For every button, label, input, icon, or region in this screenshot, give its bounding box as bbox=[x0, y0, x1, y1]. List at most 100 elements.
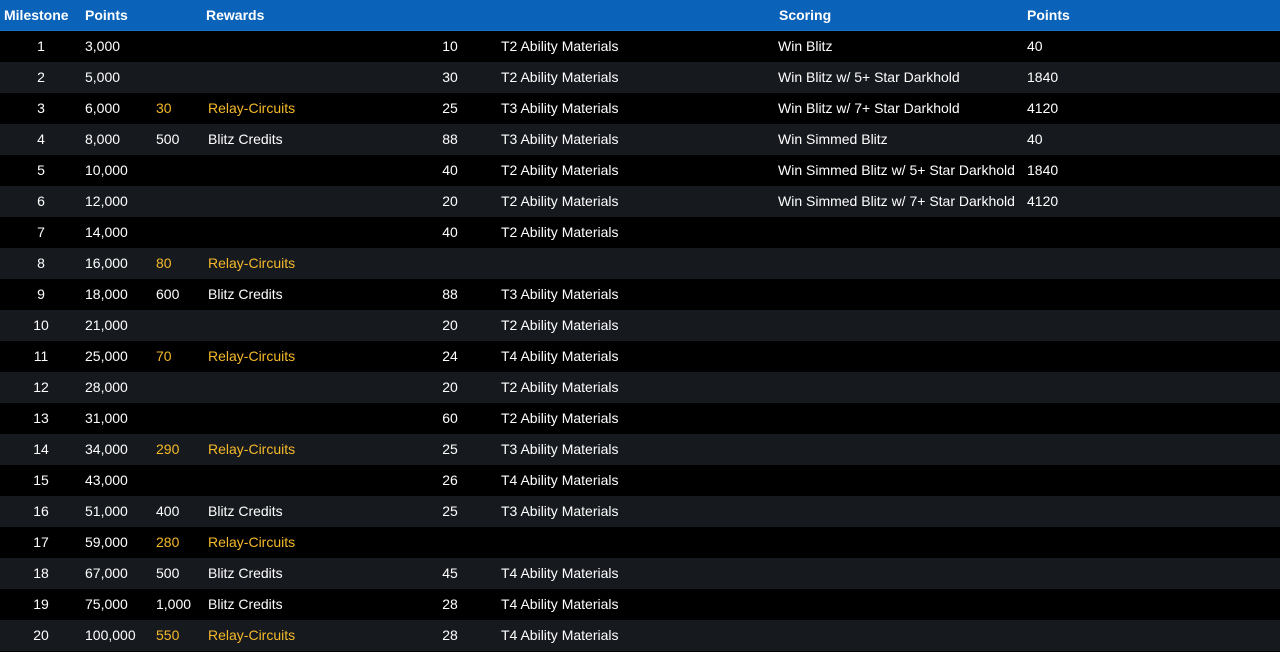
reward2-name: T2 Ability Materials bbox=[501, 317, 619, 333]
milestone-points: 16,000 bbox=[85, 255, 128, 271]
reward1-name: Blitz Credits bbox=[208, 131, 283, 147]
milestone-number: 18 bbox=[33, 565, 49, 581]
reward2-name: T4 Ability Materials bbox=[501, 627, 619, 643]
table-row: 8 16,000 80 Relay-Circuits bbox=[0, 248, 1280, 279]
reward2-name: T3 Ability Materials bbox=[501, 100, 619, 116]
reward2-name: T2 Ability Materials bbox=[501, 193, 619, 209]
table-row: 12 28,000 20 T2 Ability Materials bbox=[0, 372, 1280, 403]
reward2-quantity bbox=[420, 248, 480, 279]
table-row: 18 67,000 500 Blitz Credits 45 T4 Ability Mat… bbox=[0, 558, 1280, 589]
milestone-points: 43,000 bbox=[85, 472, 128, 488]
milestone-points: 14,000 bbox=[85, 224, 128, 240]
milestone-number: 13 bbox=[33, 410, 49, 426]
milestone-points: 31,000 bbox=[85, 410, 128, 426]
header-milestone: Milestone bbox=[4, 7, 69, 23]
milestone-number: 2 bbox=[37, 69, 45, 85]
reward2-quantity: 25 bbox=[442, 503, 458, 519]
table-row: 15 43,000 26 T4 Ability Materials bbox=[0, 465, 1280, 496]
reward2-name: T2 Ability Materials bbox=[501, 162, 619, 178]
milestone-points: 34,000 bbox=[85, 441, 128, 457]
table-row: 3 6,000 30 Relay-Circuits 25 T3 Ability Mater… bbox=[0, 93, 1280, 124]
scoring-points: 4120 bbox=[1027, 100, 1059, 116]
milestone-number: 14 bbox=[33, 441, 49, 457]
milestone-number: 12 bbox=[33, 379, 49, 395]
reward2-name: T4 Ability Materials bbox=[501, 596, 619, 612]
reward2-quantity: 28 bbox=[442, 627, 458, 643]
milestone-number: 6 bbox=[37, 193, 45, 209]
milestone-number: 9 bbox=[37, 286, 45, 302]
header-scoring-points: Points bbox=[1027, 7, 1070, 23]
milestone-number: 15 bbox=[33, 472, 49, 488]
table-row: 19 75,000 1,000 Blitz Credits 28 T4 Ability M… bbox=[0, 589, 1280, 620]
table-row: 5 10,000 40 T2 Ability Materials Win Simmed … bbox=[0, 155, 1280, 186]
milestone-number: 17 bbox=[33, 534, 49, 550]
reward2-name: T2 Ability Materials bbox=[501, 69, 619, 85]
reward2-quantity: 30 bbox=[442, 69, 458, 85]
milestone-number: 20 bbox=[33, 627, 49, 643]
reward2-name: T4 Ability Materials bbox=[501, 565, 619, 581]
reward2-name: T3 Ability Materials bbox=[501, 286, 619, 302]
scoring-points: 40 bbox=[1027, 38, 1043, 54]
header-rewards: Rewards bbox=[206, 7, 265, 23]
reward2-name: T3 Ability Materials bbox=[501, 441, 619, 457]
milestone-points: 28,000 bbox=[85, 379, 128, 395]
scoring-label: Win Blitz w/ 7+ Star Darkhold bbox=[778, 100, 960, 116]
scoring-points: 1840 bbox=[1027, 69, 1059, 85]
milestone-points: 3,000 bbox=[85, 38, 121, 54]
milestone-points: 75,000 bbox=[85, 596, 128, 612]
milestone-points: 67,000 bbox=[85, 565, 128, 581]
reward1-quantity: 600 bbox=[156, 286, 180, 302]
reward1-quantity: 500 bbox=[156, 565, 180, 581]
scoring-points: 4120 bbox=[1027, 193, 1059, 209]
reward1-quantity: 280 bbox=[156, 534, 180, 550]
reward2-quantity: 88 bbox=[442, 286, 458, 302]
reward1-quantity: 400 bbox=[156, 503, 180, 519]
table-row: 17 59,000 280 Relay-Circuits bbox=[0, 527, 1280, 558]
reward1-name: Blitz Credits bbox=[208, 565, 283, 581]
milestone-number: 16 bbox=[33, 503, 49, 519]
reward2-quantity: 28 bbox=[442, 596, 458, 612]
reward1-quantity: 30 bbox=[156, 100, 172, 116]
reward1-name: Relay-Circuits bbox=[208, 255, 296, 271]
reward1-quantity: 550 bbox=[156, 627, 180, 643]
reward1-quantity: 70 bbox=[156, 348, 172, 364]
milestone-number: 10 bbox=[33, 317, 49, 333]
reward2-name: T3 Ability Materials bbox=[501, 131, 619, 147]
reward1-name: Relay-Circuits bbox=[208, 534, 296, 550]
scoring-label: Win Blitz w/ 5+ Star Darkhold bbox=[778, 69, 960, 85]
reward1-quantity: 290 bbox=[156, 441, 180, 457]
milestone-number: 7 bbox=[37, 224, 45, 240]
table-row: 14 34,000 290 Relay-Circuits 25 T3 Ability Ma… bbox=[0, 434, 1280, 465]
reward2-name: T2 Ability Materials bbox=[501, 38, 619, 54]
table-header: Milestone Points Rewards Scoring Points bbox=[0, 0, 1280, 31]
reward2-quantity: 40 bbox=[442, 224, 458, 240]
reward2-quantity: 88 bbox=[442, 131, 458, 147]
reward1-name: Blitz Credits bbox=[208, 286, 283, 302]
milestone-number: 5 bbox=[37, 162, 45, 178]
reward2-name: T2 Ability Materials bbox=[501, 224, 619, 240]
milestone-number: 1 bbox=[37, 38, 45, 54]
reward2-quantity: 25 bbox=[442, 441, 458, 457]
header-points: Points bbox=[85, 7, 128, 23]
milestone-points: 51,000 bbox=[85, 503, 128, 519]
reward2-name: T4 Ability Materials bbox=[501, 472, 619, 488]
reward1-name: Relay-Circuits bbox=[208, 100, 296, 116]
reward1-quantity: 1,000 bbox=[156, 596, 192, 612]
reward1-name: Relay-Circuits bbox=[208, 441, 296, 457]
milestone-number: 4 bbox=[37, 131, 45, 147]
reward1-name: Blitz Credits bbox=[208, 596, 283, 612]
milestone-points: 6,000 bbox=[85, 100, 121, 116]
reward2-quantity: 24 bbox=[442, 348, 458, 364]
scoring-label: Win Simmed Blitz bbox=[778, 131, 888, 147]
reward2-quantity: 25 bbox=[442, 100, 458, 116]
reward2-quantity: 20 bbox=[442, 317, 458, 333]
reward1-quantity: 80 bbox=[156, 255, 172, 271]
table-row: 4 8,000 500 Blitz Credits 88 T3 Ability Mater… bbox=[0, 124, 1280, 155]
milestone-number: 19 bbox=[33, 596, 49, 612]
scoring-points: 1840 bbox=[1027, 162, 1059, 178]
milestone-points: 18,000 bbox=[85, 286, 128, 302]
table-row: 6 12,000 20 T2 Ability Materials Win Simmed … bbox=[0, 186, 1280, 217]
table-row: 11 25,000 70 Relay-Circuits 24 T4 Ability Mat… bbox=[0, 341, 1280, 372]
scoring-label: Win Simmed Blitz w/ 7+ Star Darkhold bbox=[778, 193, 1015, 209]
reward2-name: T2 Ability Materials bbox=[501, 410, 619, 426]
